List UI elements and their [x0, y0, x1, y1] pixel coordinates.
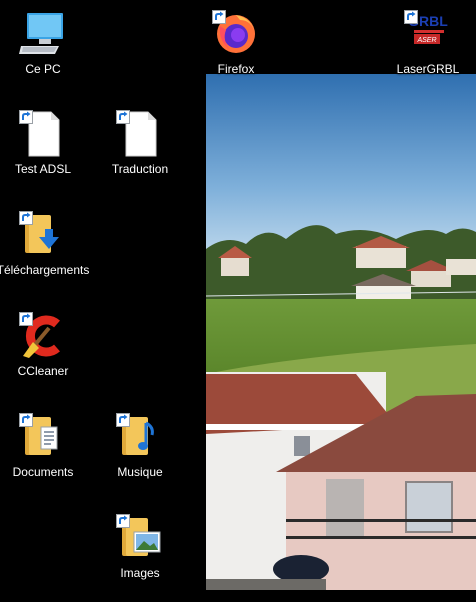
desktop-icon-label: Images — [120, 566, 160, 580]
music-folder-icon — [116, 413, 164, 461]
shortcut-arrow-icon — [19, 211, 33, 225]
documents-folder-icon — [19, 413, 67, 461]
shortcut-arrow-icon — [19, 110, 33, 124]
desktop-icon-musique[interactable]: Musique — [92, 409, 188, 501]
firefox-icon — [212, 10, 260, 58]
desktop-icon-label: Firefox — [217, 62, 255, 76]
desktop-icon-label: Test ADSL — [14, 162, 72, 176]
desktop-icon-label: Traduction — [111, 162, 169, 176]
desktop-icon-images[interactable]: Images — [92, 510, 188, 602]
desktop-icon-telechargements[interactable]: Téléchargements — [0, 207, 91, 299]
desktop-icon-label: Téléchargements — [0, 263, 90, 277]
shortcut-arrow-icon — [404, 10, 418, 24]
pictures-folder-icon — [116, 514, 164, 562]
desktop-icon-firefox[interactable]: Firefox — [188, 6, 284, 98]
file-icon — [19, 110, 67, 158]
shortcut-arrow-icon — [19, 413, 33, 427]
desktop-icon-ce-pc[interactable]: Ce PC — [0, 6, 91, 98]
desktop-icon-lasergrbl[interactable]: GRBL ASER LaserGRBL — [380, 6, 476, 98]
desktop-icon-traduction[interactable]: Traduction — [92, 106, 188, 198]
svg-text:ASER: ASER — [416, 37, 436, 44]
ccleaner-icon — [19, 312, 67, 360]
shortcut-arrow-icon — [116, 514, 130, 528]
desktop-icon-test-adsl[interactable]: Test ADSL — [0, 106, 91, 198]
shortcut-arrow-icon — [116, 413, 130, 427]
lasergrbl-icon: GRBL ASER — [404, 10, 452, 58]
downloads-folder-icon — [19, 211, 67, 259]
desktop-icon-ccleaner[interactable]: CCleaner — [0, 308, 91, 400]
desktop-icon-documents[interactable]: Documents — [0, 409, 91, 501]
shortcut-arrow-icon — [116, 110, 130, 124]
desktop-icon-label: Ce PC — [25, 62, 61, 76]
desktop-wallpaper — [206, 74, 476, 590]
file-icon — [116, 110, 164, 158]
computer-icon — [19, 10, 67, 58]
desktop-icon-label: LaserGRBL — [396, 62, 460, 76]
desktop-icon-label: Musique — [117, 465, 163, 479]
shortcut-arrow-icon — [212, 10, 226, 24]
desktop-icon-label: CCleaner — [17, 364, 69, 378]
shortcut-arrow-icon — [19, 312, 33, 326]
desktop-icon-label: Documents — [12, 465, 74, 479]
